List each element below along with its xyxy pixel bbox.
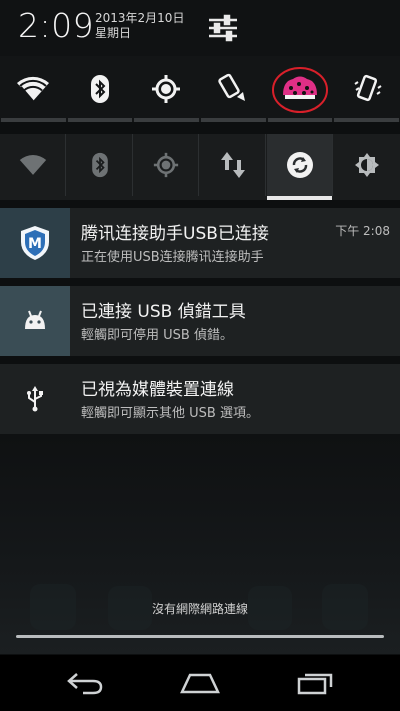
notification-icon-tile (0, 364, 70, 434)
toggle-gps[interactable] (133, 56, 199, 122)
notification-time: 下午 2:08 (335, 224, 390, 238)
quick-toggles-row-2 (0, 134, 400, 200)
vibrate-phone-icon (354, 74, 382, 102)
toggle2-bluetooth[interactable] (67, 134, 133, 196)
back-button[interactable] (55, 663, 115, 703)
toggle2-wifi[interactable] (0, 134, 66, 196)
wifi-icon (19, 155, 46, 175)
android-debug-icon (25, 310, 45, 329)
toggle-row-indicators (0, 118, 400, 122)
toggle-auto-rotate[interactable] (200, 56, 266, 122)
bluetooth-icon (91, 152, 108, 178)
weekday: 星期日 (95, 26, 132, 40)
brightness-icon (355, 153, 379, 177)
mobile-data-icon (220, 152, 245, 178)
dimmed-home-wallpaper (0, 434, 400, 654)
home-button[interactable] (170, 663, 230, 703)
gps-icon (152, 75, 180, 103)
notification-subtitle: 正在使用USB连接腾讯连接助手 (81, 250, 264, 265)
gps-icon (153, 152, 178, 178)
clock: 2:09 (18, 6, 95, 45)
navigation-bar (0, 655, 400, 711)
bluetooth-icon (91, 75, 109, 103)
toggle2-brightness[interactable] (334, 134, 400, 196)
notification-usb-debugging[interactable]: 已連接 USB 偵錯工具 輕觸即可停用 USB 偵錯。 (0, 286, 400, 356)
notification-header: 2:09 2013年2月10日 星期日 (0, 0, 400, 56)
app-widget-icon (272, 67, 328, 113)
back-icon (67, 673, 103, 695)
notification-tencent-usb[interactable]: M 腾讯连接助手USB已连接 正在使用USB连接腾讯连接助手 下午 2:08 (0, 208, 400, 278)
home-icon (180, 673, 220, 694)
notification-media-device[interactable]: 已視為媒體裝置連線 輕觸即可顯示其他 USB 選項。 (0, 364, 400, 434)
sync-icon (286, 152, 313, 178)
notification-title: 已連接 USB 偵錯工具 (81, 302, 246, 322)
toggle2-sync[interactable] (267, 134, 333, 200)
svg-text:M: M (28, 236, 42, 252)
wifi-icon (17, 76, 49, 102)
toggle-app-widget[interactable] (267, 56, 333, 122)
notification-title: 已視為媒體裝置連線 (81, 380, 234, 400)
usb-icon (27, 386, 43, 412)
notification-icon-tile: M (0, 208, 70, 278)
notification-subtitle: 輕觸即可停用 USB 偵錯。 (81, 328, 233, 343)
toggle2-gps[interactable] (133, 134, 199, 196)
notification-icon-tile (0, 286, 70, 356)
quick-toggles-row-1 (0, 56, 400, 122)
toggle-bluetooth[interactable] (67, 56, 133, 122)
no-network-status: 沒有網際網路連線 (151, 602, 248, 616)
active-indicator (267, 196, 332, 200)
recents-icon (297, 673, 333, 695)
notification-subtitle: 輕觸即可顯示其他 USB 選項。 (81, 406, 259, 421)
shade-drag-handle[interactable] (16, 635, 384, 638)
toggle-vibrate[interactable] (334, 56, 400, 122)
toggle2-mobile-data[interactable] (200, 134, 266, 196)
toggle-wifi[interactable] (0, 56, 66, 122)
tencent-shield-icon: M (21, 226, 49, 260)
sliders-icon (209, 14, 237, 42)
date-block: 2013年2月10日 星期日 (95, 11, 184, 41)
rotate-phone-icon (218, 73, 245, 101)
date: 2013年2月10日 (95, 11, 185, 25)
quick-settings-button[interactable] (205, 11, 241, 45)
notification-title: 腾讯连接助手USB已连接 (81, 224, 269, 244)
recents-button[interactable] (285, 663, 345, 703)
